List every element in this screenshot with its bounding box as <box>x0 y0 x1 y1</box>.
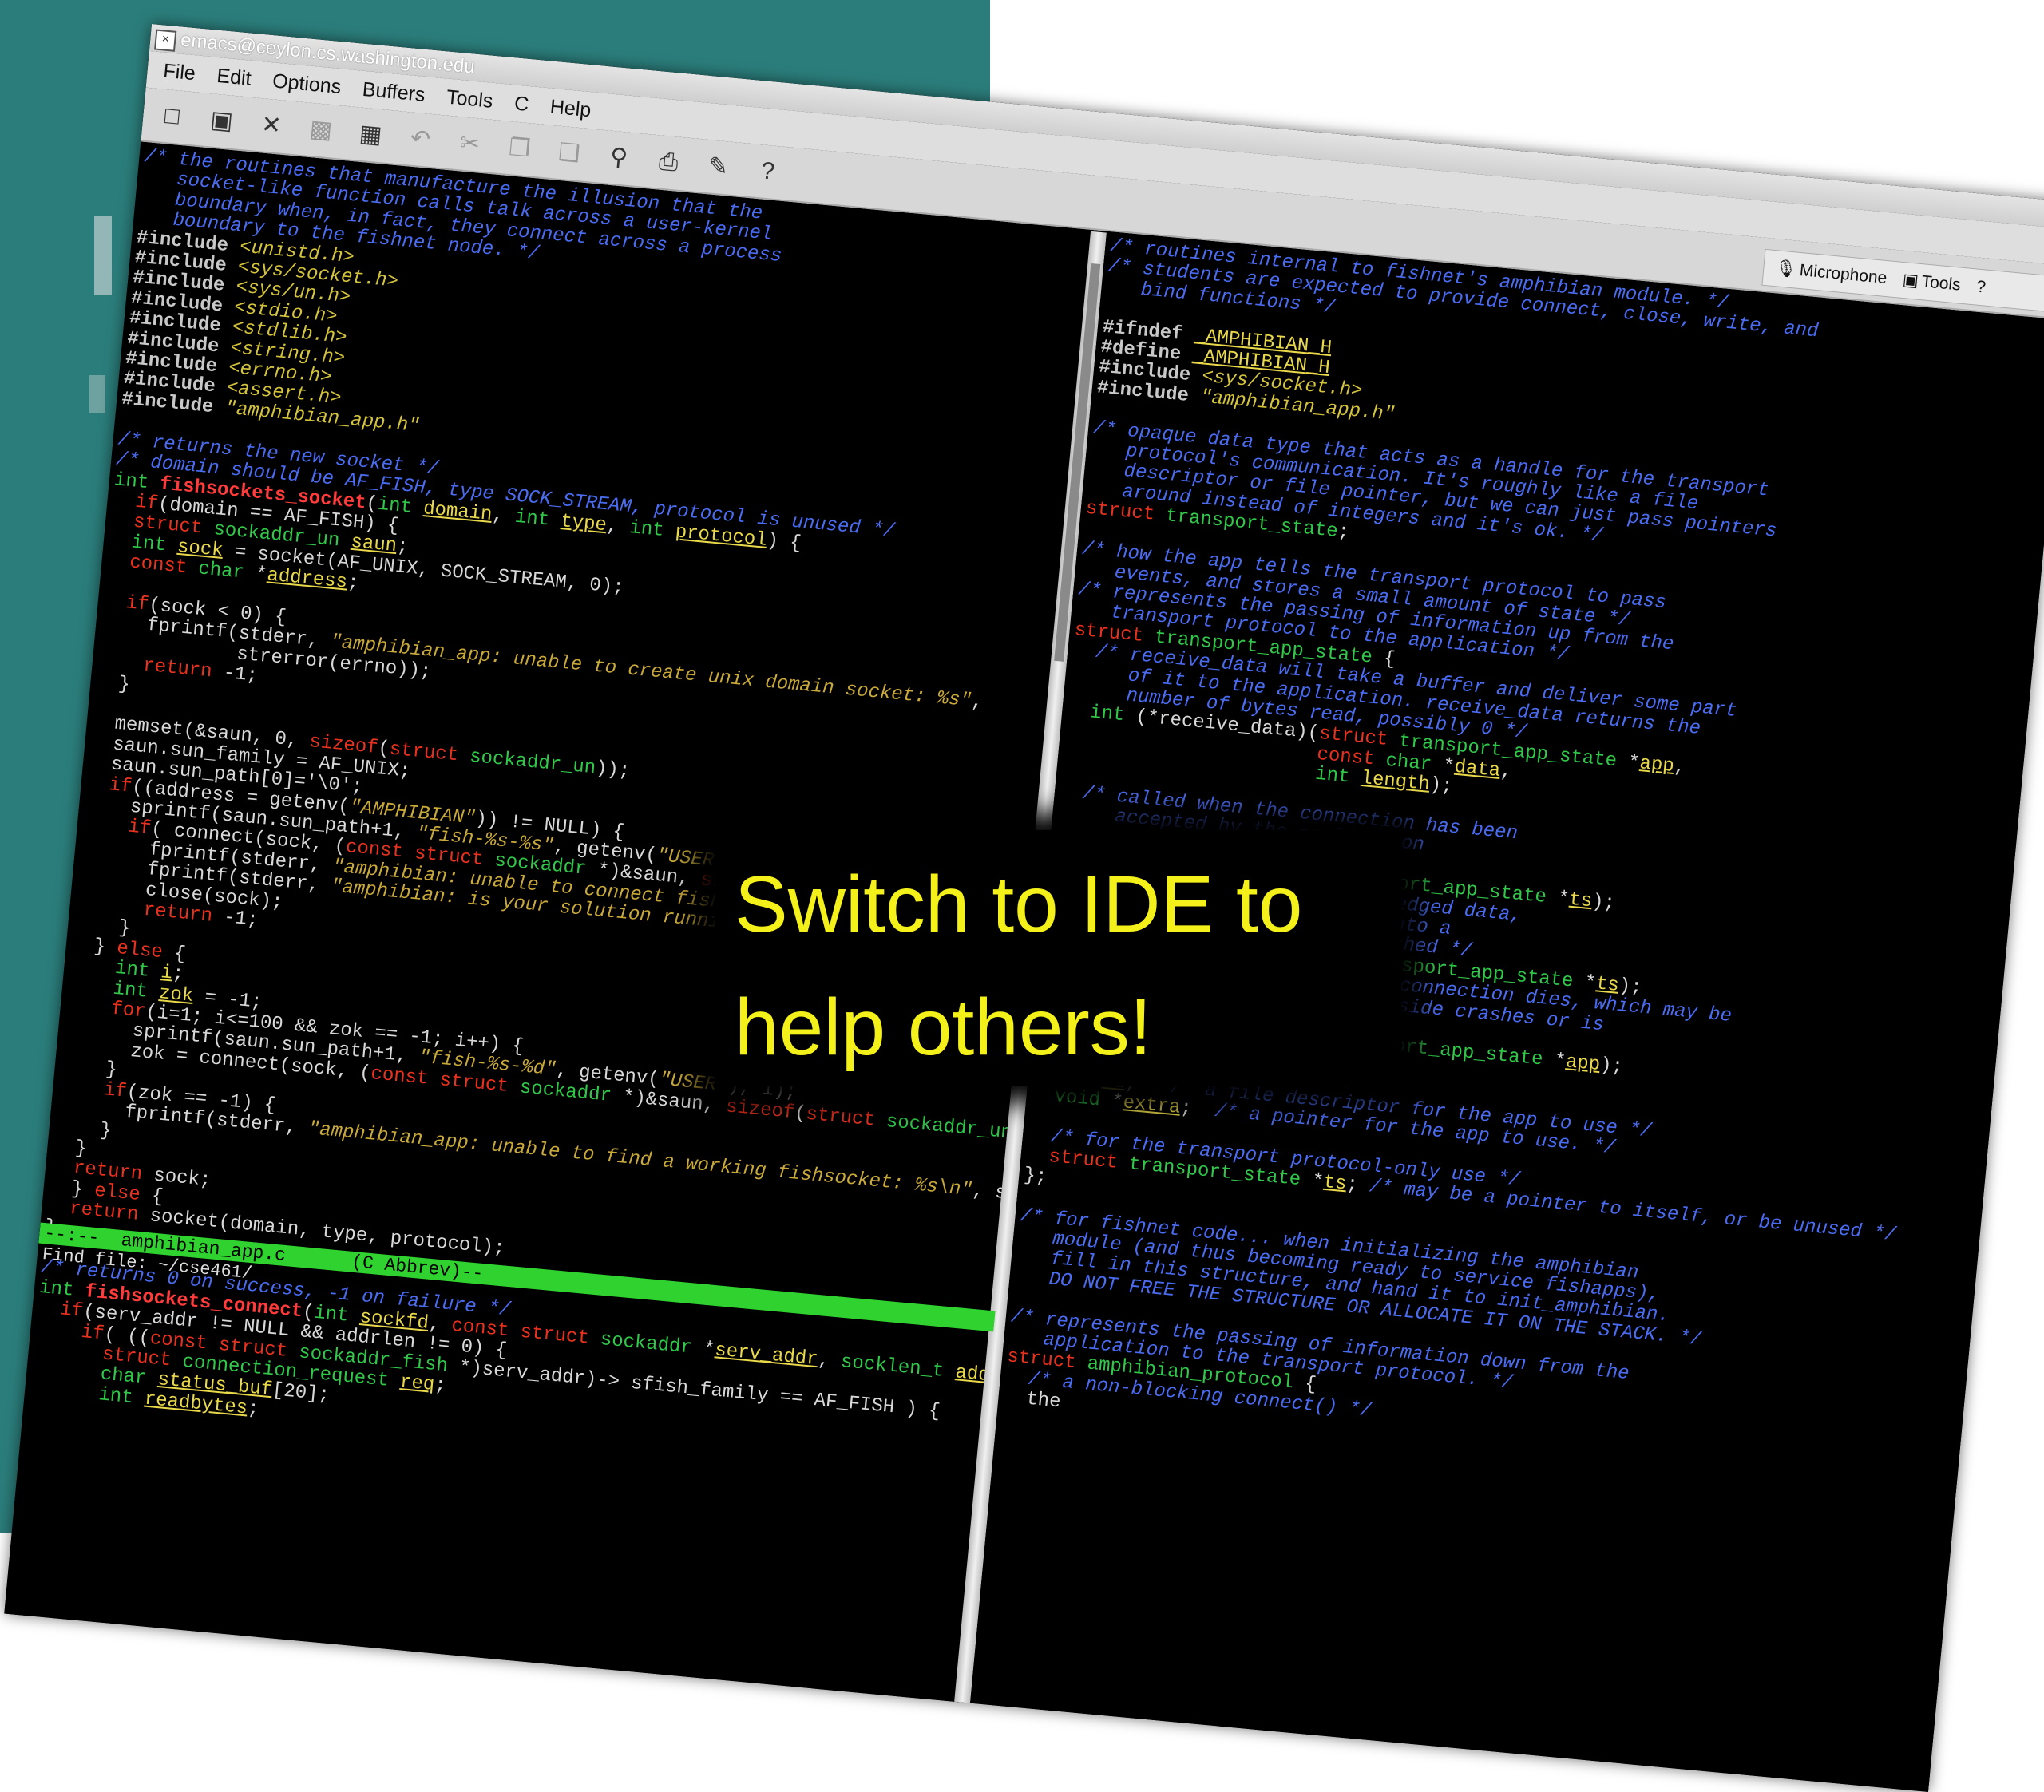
search-icon[interactable]: ⚲ <box>600 139 638 177</box>
code-token: { <box>1382 647 1396 671</box>
code-token: ) { <box>766 529 802 555</box>
menu-options[interactable]: Options <box>271 62 343 105</box>
code-token: , <box>491 504 517 528</box>
open-folder-icon[interactable]: ▣ <box>203 102 241 140</box>
tray-tools[interactable]: Tools <box>1921 272 1962 294</box>
code-token: , <box>1673 756 1687 779</box>
menu-help[interactable]: Help <box>549 89 592 129</box>
code-token: ; <box>395 536 410 559</box>
code-token: data <box>1453 756 1502 782</box>
code-token: { <box>172 943 187 966</box>
undo-icon[interactable]: ↶ <box>401 121 439 159</box>
cut-icon[interactable]: ✂ <box>451 125 489 164</box>
close-x-icon[interactable]: ✕ <box>252 106 291 144</box>
menu-edit[interactable]: Edit <box>215 57 252 97</box>
code-token: , <box>970 690 984 714</box>
tray-help-icon[interactable]: ? <box>1975 278 1987 297</box>
code-token: req <box>398 1371 436 1396</box>
code-token: ; <box>1345 1173 1371 1198</box>
code-token: ; <box>346 572 360 595</box>
code-token: )); <box>594 758 632 783</box>
microphone-icon[interactable]: 🎙 <box>1774 259 1797 279</box>
code-token: ); <box>1598 1054 1624 1079</box>
tray-microphone[interactable]: Microphone <box>1799 261 1888 287</box>
code-token: app <box>1638 753 1675 778</box>
code-token: , <box>605 514 631 539</box>
code-token: int <box>513 506 562 532</box>
menu-c[interactable]: C <box>513 85 530 122</box>
code-token: { <box>1303 1374 1317 1397</box>
code-token: int <box>628 516 677 543</box>
new-file-icon[interactable]: □ <box>153 97 191 136</box>
code-token: type <box>560 510 608 536</box>
annotation-line-2: help others! <box>735 983 1152 1072</box>
code-token: ); <box>1590 891 1616 916</box>
code-token: -1; <box>222 662 259 687</box>
paste-icon[interactable]: ❑ <box>550 134 588 172</box>
tools-icon[interactable]: ▣ <box>1902 271 1919 291</box>
code-token: { <box>150 1185 164 1209</box>
menu-buffers[interactable]: Buffers <box>361 71 427 113</box>
code-token: , <box>1499 760 1513 784</box>
annotation-line-1: Switch to IDE to <box>735 860 1303 949</box>
code-token: ; <box>171 963 185 986</box>
print-icon[interactable]: ⎙ <box>649 144 687 182</box>
help-icon[interactable]: ? <box>749 152 787 191</box>
code-token: ); <box>1428 774 1454 798</box>
code-token: app <box>1564 1051 1602 1077</box>
code-token: -1; <box>222 907 259 932</box>
slide-annotation: Switch to IDE to help others! <box>735 843 1421 1089</box>
code-token: , <box>817 1349 842 1373</box>
code-token: ; <box>433 1375 447 1398</box>
code-token: ; <box>1179 1097 1216 1122</box>
background-glyph <box>94 216 112 295</box>
code-token: ts <box>1568 888 1594 913</box>
save-disk-icon[interactable]: ▩ <box>302 111 340 149</box>
code-token: ; <box>246 1398 260 1421</box>
save-as-icon[interactable]: ▦ <box>351 116 390 154</box>
background-glyph <box>89 375 105 413</box>
edit-icon[interactable]: ✎ <box>699 148 738 186</box>
code-token: ts <box>1322 1172 1348 1196</box>
window-close-icon[interactable]: × <box>154 29 177 52</box>
code-token: the <box>1002 1387 1062 1414</box>
menu-file[interactable]: File <box>162 53 197 93</box>
code-token: ; <box>1337 521 1351 544</box>
copy-icon[interactable]: ❐ <box>501 129 539 168</box>
menu-tools[interactable]: Tools <box>445 79 494 120</box>
